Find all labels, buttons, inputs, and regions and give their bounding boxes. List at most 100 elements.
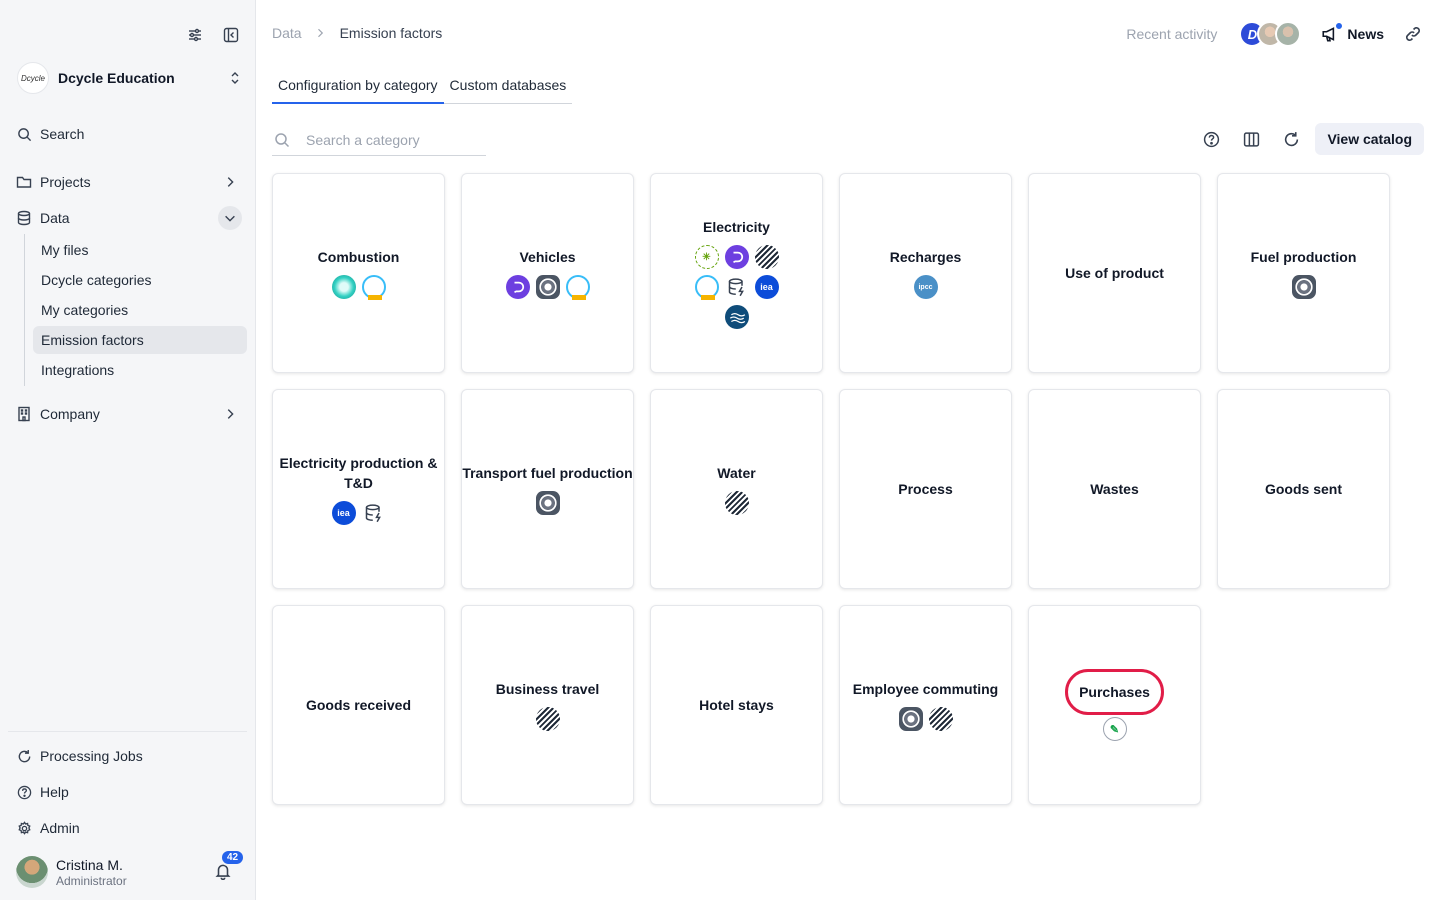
category-card[interactable]: Goods received xyxy=(272,605,445,805)
database-icon xyxy=(16,210,32,226)
green-database-icon: ✳ xyxy=(694,245,719,269)
breadcrumb-data[interactable]: Data xyxy=(272,25,302,41)
help-icon xyxy=(1203,131,1220,147)
user-profile[interactable]: Cristina M. Administrator 42 xyxy=(16,849,246,890)
sidebar-bottom-nav: Processing Jobs Help Admin xyxy=(8,738,248,846)
category-card[interactable]: Water xyxy=(650,389,823,589)
sidebar-item-help[interactable]: Help xyxy=(8,774,248,810)
sidebar-item-admin[interactable]: Admin xyxy=(8,810,248,846)
category-card[interactable]: Purchases ✎ xyxy=(1028,605,1201,805)
category-card-title: Goods received xyxy=(305,697,412,713)
category-card[interactable]: Process xyxy=(839,389,1012,589)
sidebar-item-search[interactable]: Search xyxy=(8,116,248,152)
sidebar-item-my-files[interactable]: My files xyxy=(33,236,247,264)
refresh-icon xyxy=(16,748,32,764)
ring-database-icon xyxy=(694,275,719,300)
news-button[interactable]: News xyxy=(1321,22,1384,43)
iea-database-icon: iea xyxy=(754,275,779,299)
stamp-database-icon xyxy=(1291,275,1316,299)
notification-count-badge: 42 xyxy=(220,849,246,866)
category-card[interactable]: Wastes xyxy=(1028,389,1201,589)
sidebar-item-emission-factors[interactable]: Emission factors xyxy=(33,326,247,354)
database-logos xyxy=(500,491,596,515)
category-card[interactable]: Hotel stays xyxy=(650,605,823,805)
avatar xyxy=(16,856,48,888)
search-input[interactable] xyxy=(306,131,476,148)
sidebar-item-projects[interactable]: Projects xyxy=(8,164,248,200)
category-card[interactable]: Electricity ✳ iea xyxy=(650,173,823,373)
org-switcher[interactable]: Dcycle Dcycle Education xyxy=(17,60,247,96)
category-card-title: Vehicles xyxy=(519,249,576,265)
sidebar-item-label: Search xyxy=(40,126,85,142)
category-card[interactable]: Vehicles xyxy=(461,173,634,373)
notifications-button[interactable]: 42 xyxy=(214,849,246,882)
category-card-title: Hotel stays xyxy=(699,697,774,713)
chevron-down-icon[interactable] xyxy=(218,206,242,230)
top-right-actions: Recent activity D News xyxy=(1126,18,1422,50)
category-card[interactable]: Employee commuting xyxy=(839,605,1012,805)
chevron-up-down-icon xyxy=(231,72,239,84)
category-card-title: Electricity production & T&D xyxy=(279,455,438,491)
category-card-title: Water xyxy=(717,465,756,481)
news-label: News xyxy=(1347,26,1384,42)
help-button[interactable] xyxy=(1201,129,1221,149)
category-card[interactable]: Fuel production xyxy=(1217,173,1390,373)
tab-configuration-by-category[interactable]: Configuration by category xyxy=(272,72,444,104)
news-unread-dot xyxy=(1335,22,1344,30)
sidebar-nav: Search Projects Data xyxy=(8,116,248,236)
help-icon xyxy=(16,784,32,800)
collaborator-avatars[interactable]: D xyxy=(1239,21,1302,47)
tab-custom-databases[interactable]: Custom databases xyxy=(444,72,573,103)
category-card[interactable]: Goods sent xyxy=(1217,389,1390,589)
database-logos: ipcc xyxy=(878,275,974,299)
category-card-title: Purchases xyxy=(1065,669,1164,715)
recent-activity-link[interactable]: Recent activity xyxy=(1126,26,1217,42)
category-card[interactable]: Transport fuel production xyxy=(461,389,634,589)
stripe-database-icon xyxy=(754,245,779,269)
collapse-sidebar-icon[interactable] xyxy=(222,26,240,44)
category-card[interactable]: Electricity production & T&D iea xyxy=(272,389,445,589)
sidebar-item-label: Projects xyxy=(40,174,91,190)
ipcc-database-icon: ipcc xyxy=(913,275,938,299)
sidebar-item-label: Data xyxy=(40,210,70,226)
sidebar-item-label: Processing Jobs xyxy=(40,748,143,764)
sidebar-item-company[interactable]: Company xyxy=(8,396,248,432)
sidebar-item-label: Admin xyxy=(40,820,80,836)
link-icon[interactable] xyxy=(1404,25,1422,43)
sidebar-item-dcycle-categories[interactable]: Dcycle categories xyxy=(33,266,247,294)
sidebar-item-my-categories[interactable]: My categories xyxy=(33,296,247,324)
purple-database-icon xyxy=(724,245,749,269)
breadcrumb-current: Emission factors xyxy=(339,25,443,41)
category-card-title: Fuel production xyxy=(1250,249,1357,265)
sidebar-item-processing-jobs[interactable]: Processing Jobs xyxy=(8,738,248,774)
avatar-letter: D xyxy=(1247,26,1258,42)
sidebar-item-integrations[interactable]: Integrations xyxy=(33,356,247,384)
database-logos: iea xyxy=(311,501,407,525)
sidebar-item-label: Company xyxy=(40,406,100,422)
sidebar-item-data[interactable]: Data xyxy=(8,200,248,236)
refresh-icon xyxy=(1284,131,1299,146)
category-card[interactable]: Combustion xyxy=(272,173,445,373)
category-card[interactable]: Recharges ipcc xyxy=(839,173,1012,373)
category-card[interactable]: Use of product xyxy=(1028,173,1201,373)
chevron-right-icon[interactable] xyxy=(218,170,242,194)
sidebar: Dcycle Dcycle Education Search Projects … xyxy=(0,0,256,900)
search-icon xyxy=(275,132,290,147)
view-catalog-button[interactable]: View catalog xyxy=(1315,123,1424,155)
database-logos xyxy=(311,275,407,300)
database-logos xyxy=(878,707,974,731)
purple-database-icon xyxy=(505,275,530,299)
leaf-database-icon: ✎ xyxy=(1102,717,1127,741)
refresh-button[interactable] xyxy=(1281,129,1301,149)
category-card[interactable]: Business travel xyxy=(461,605,634,805)
megaphone-icon xyxy=(1321,22,1344,43)
gear-icon xyxy=(16,820,32,836)
sliders-icon[interactable] xyxy=(186,26,204,44)
org-logo: Dcycle xyxy=(17,62,49,94)
sidebar-divider xyxy=(8,731,247,732)
user-name: Cristina M. xyxy=(56,856,123,873)
user-info: Cristina M. Administrator xyxy=(56,857,214,888)
toolbar: View catalog xyxy=(1201,123,1424,155)
columns-button[interactable] xyxy=(1241,129,1261,149)
chevron-right-icon[interactable] xyxy=(218,402,242,426)
